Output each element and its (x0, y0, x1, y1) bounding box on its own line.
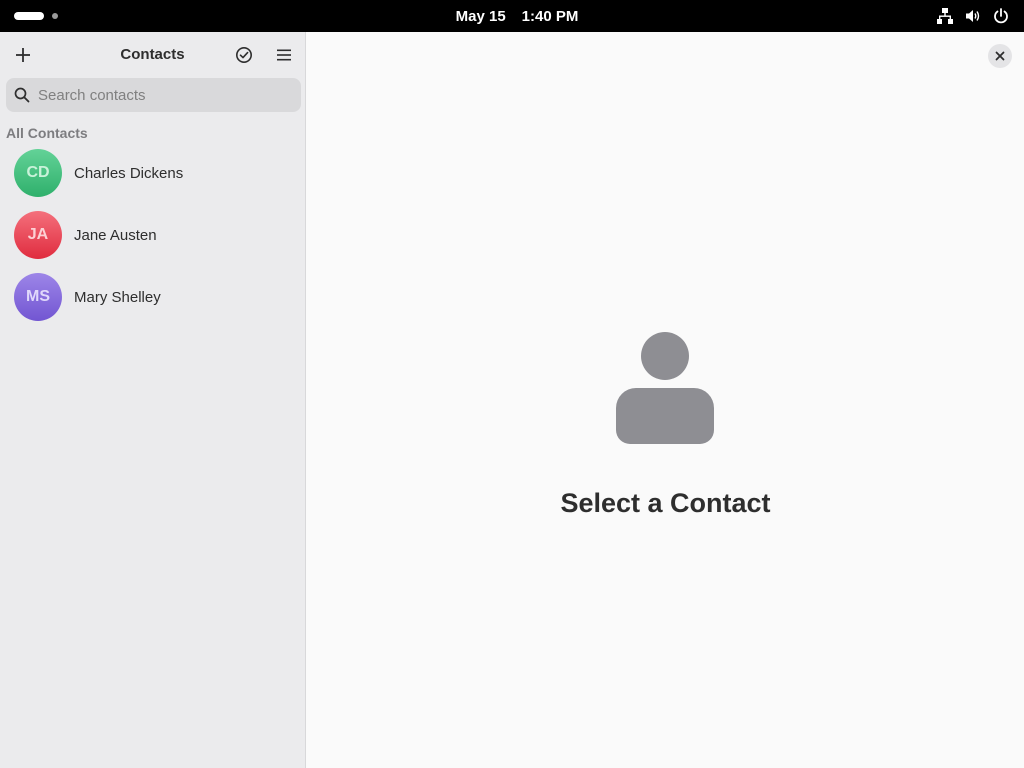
avatar-initials: MS (26, 288, 50, 305)
contact-list: CD Charles Dickens JA Jane Austen MS Mar… (0, 142, 305, 328)
volume-icon[interactable] (964, 7, 982, 25)
contact-name: Mary Shelley (74, 288, 161, 306)
person-placeholder-icon (616, 332, 714, 444)
contact-name: Charles Dickens (74, 164, 184, 182)
search-input[interactable] (38, 86, 288, 104)
contact-row-charles-dickens[interactable]: CD Charles Dickens (0, 142, 305, 204)
avatar: MS (14, 273, 62, 321)
sidebar-header: Contacts (0, 32, 305, 78)
search-icon (14, 87, 30, 103)
main-menu-button[interactable] (269, 41, 299, 69)
clock-time: 1:40 PM (521, 7, 579, 25)
avatar: JA (14, 211, 62, 259)
close-window-button[interactable] (988, 44, 1012, 68)
contacts-sidebar: Contacts All Contacts CD Cha (0, 32, 306, 768)
avatar-initials: JA (27, 226, 49, 243)
contact-detail-pane: Select a Contact (307, 32, 1024, 768)
avatar: CD (14, 149, 62, 197)
hamburger-menu-icon (277, 49, 291, 61)
select-mode-button[interactable] (229, 41, 259, 69)
check-circle-icon (236, 47, 252, 63)
clock[interactable]: May 15 1:40 PM (0, 0, 1024, 32)
system-tray[interactable] (936, 6, 1010, 26)
avatar-initials: CD (26, 164, 50, 181)
close-icon (995, 51, 1005, 61)
top-bar: May 15 1:40 PM (0, 0, 1024, 32)
contact-name: Jane Austen (74, 226, 157, 244)
network-icon[interactable] (936, 7, 954, 25)
sidebar-title: Contacts (120, 46, 185, 63)
contact-row-mary-shelley[interactable]: MS Mary Shelley (0, 266, 305, 328)
power-icon[interactable] (992, 7, 1010, 25)
empty-state-title: Select a Contact (560, 488, 771, 518)
search-field[interactable] (6, 78, 301, 112)
section-label-all-contacts: All Contacts (6, 125, 88, 141)
contact-row-jane-austen[interactable]: JA Jane Austen (0, 204, 305, 266)
clock-date: May 15 (455, 7, 506, 25)
